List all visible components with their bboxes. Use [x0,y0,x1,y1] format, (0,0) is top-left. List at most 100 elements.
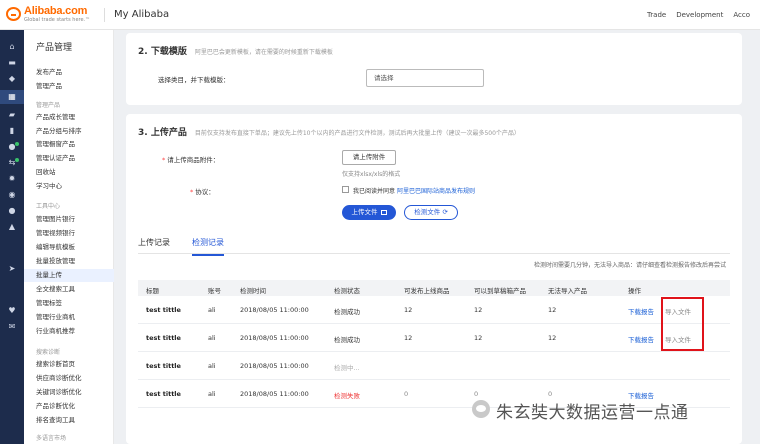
status-dot [15,158,19,162]
bank-icon[interactable]: ▲ [0,220,24,234]
mail-icon[interactable]: ✉ [0,320,24,334]
cell-title: test tittle [146,362,181,370]
top-link-trade[interactable]: Trade [647,11,666,19]
header-divider [104,8,105,22]
menu-item[interactable]: 批量投放管理 [24,255,114,268]
cell-time: 2018/08/05 11:00:00 [240,306,309,314]
cell-publishable: 12 [404,334,413,342]
agreement-text: 我已阅读并同意 阿里巴巴国际站商品发布规则 [353,186,475,195]
cell-publishable: 0 [404,390,409,398]
agreement-checkbox[interactable] [342,186,349,193]
upload-icon [380,209,387,215]
upload-attachment-button[interactable]: 请上传附件 [342,150,396,165]
agreement-label-text: 协议： [195,188,215,196]
rules-link[interactable]: 阿里巴巴国际站商品发布规则 [397,188,475,195]
menu-item[interactable]: 全文搜索工具 [24,283,114,296]
cell-status: 检测失败 [334,392,360,400]
column-header-time: 检测时间 [240,287,266,295]
refresh-icon: ⟳ [442,208,448,216]
grid-icon[interactable]: ▦ [0,90,24,104]
upload-file-label: 上传文件 [351,208,378,216]
column-header-failed: 无法导入产品 [548,287,587,295]
message-icon[interactable]: ▰ [0,108,24,122]
category-select-label: 选择类目，并下载模版： [158,76,230,84]
menu-item[interactable]: 供应商诊断优化 [24,372,114,385]
agreement-text-prefix: 我已阅读并同意 [353,188,396,195]
cell-draft: 0 [474,390,479,398]
store-icon[interactable]: ▬ [0,56,24,70]
chat-icon[interactable]: ● [0,204,24,218]
category-select[interactable]: 请选择 [366,69,484,87]
download-report-link[interactable]: 下载报告 [628,306,654,316]
download-report-link[interactable]: 下载报告 [628,334,654,344]
menu-item[interactable]: 编辑导航模板 [24,241,114,254]
cell-publishable: 12 [404,306,413,314]
shield-icon[interactable]: ◆ [0,72,24,86]
menu-item[interactable]: 产品诊断优化 [24,400,114,413]
app-title: My Alibaba [114,9,170,20]
menu-item[interactable]: 管理产品 [24,80,114,93]
menu-item[interactable]: 发布产品 [24,66,114,79]
menu-item[interactable]: 批量上传 [24,269,114,282]
menu-item[interactable]: 产品成长管理 [24,111,114,124]
send-icon[interactable]: ➤ [0,262,24,276]
menu-item[interactable]: 学习中心 [24,180,114,193]
target-icon[interactable]: ◉ [0,188,24,202]
chart-icon[interactable]: ▮ [0,124,24,138]
menu-item[interactable]: 管理行业商机 [24,311,114,324]
column-header-status: 检测状态 [334,287,360,295]
download-section-title: 2. 下载模版 阿里巴巴会更新模板，请在需要的时候重新下载模板 [138,44,333,57]
alibaba-logo[interactable]: Alibaba.com Global trade starts here.™ [6,5,98,25]
tab-check-records[interactable]: 检测记录 [192,237,224,256]
menu-item[interactable]: 管理橱窗产品 [24,138,114,151]
cell-account: ali [208,390,216,398]
attachment-label: * 请上传商品附件： [162,156,220,164]
menu-item[interactable]: 行业商机推荐 [24,325,114,338]
users-icon[interactable]: ● [0,140,24,154]
download-hint: 阿里巴巴会更新模板，请在需要的时候重新下载模板 [194,49,333,56]
menu-item[interactable]: 管理标签 [24,297,114,310]
upload-file-button[interactable]: 上传文件 [342,205,396,220]
cell-time: 2018/08/05 11:00:00 [240,334,309,342]
menu-item[interactable]: 管理图片银行 [24,213,114,226]
menu-item[interactable]: 回收站 [24,166,114,179]
column-header-account: 账号 [208,287,221,295]
menu-item[interactable]: 排名查询工具 [24,414,114,427]
transfer-icon[interactable]: ⇆ [0,156,24,170]
menu-title: 产品管理 [36,43,73,53]
table-row: test tittle ali 2018/08/05 11:00:00 检测中... [138,352,730,380]
side-menu: 产品管理 发布产品 管理产品 管理产品 产品成长管理 产品分组与排序 管理橱窗产品 管理认证… [24,30,114,444]
top-bar: Alibaba.com Global trade starts here.™ M… [0,0,760,30]
top-link-account[interactable]: Acco [733,11,750,19]
attachment-format-note: 仅支持xlsx/xls的格式 [342,171,401,178]
menu-item[interactable]: 管理视频银行 [24,227,114,240]
upload-products-card: 3. 上传产品 目前仅支持发布直接下单品；建议先上传10个以内的产品进行文件检测，… [126,114,742,444]
gear-icon[interactable]: ✹ [0,172,24,186]
cell-title: test tittle [146,306,181,314]
menu-item[interactable]: 搜索诊断首页 [24,358,114,371]
heart-icon[interactable]: ♥ [0,304,24,318]
check-file-label: 检测文件 [414,208,441,216]
alibaba-logo-mark-icon [6,7,21,21]
top-link-development[interactable]: Development [676,11,723,19]
cell-draft: 12 [474,334,483,342]
tab-upload-records[interactable]: 上传记录 [138,237,170,254]
cell-status: 检测成功 [334,308,360,316]
home-icon[interactable]: ⌂ [0,40,24,54]
menu-item[interactable]: 产品分组与排序 [24,125,114,138]
menu-item[interactable]: 管理认证产品 [24,152,114,165]
menu-item[interactable]: 关键词诊断优化 [24,386,114,399]
cell-account: ali [208,334,216,342]
download-title-text: 2. 下载模版 [138,47,187,57]
check-file-button[interactable]: 检测文件 ⟳ [404,205,458,220]
cell-failed: 12 [548,334,557,342]
cell-account: ali [208,362,216,370]
upload-title-text: 3. 上传产品 [138,128,187,138]
cell-failed: 12 [548,306,557,314]
cell-title: test tittle [146,390,181,398]
upload-hint: 目前仅支持发布直接下单品；建议先上传10个以内的产品进行文件检测，测试后再大批量… [194,130,520,137]
cell-draft: 12 [474,306,483,314]
attachment-label-text: 请上传商品附件： [167,156,220,164]
column-header-actions: 操作 [628,287,641,295]
logo-tagline: Global trade starts here.™ [24,17,91,23]
